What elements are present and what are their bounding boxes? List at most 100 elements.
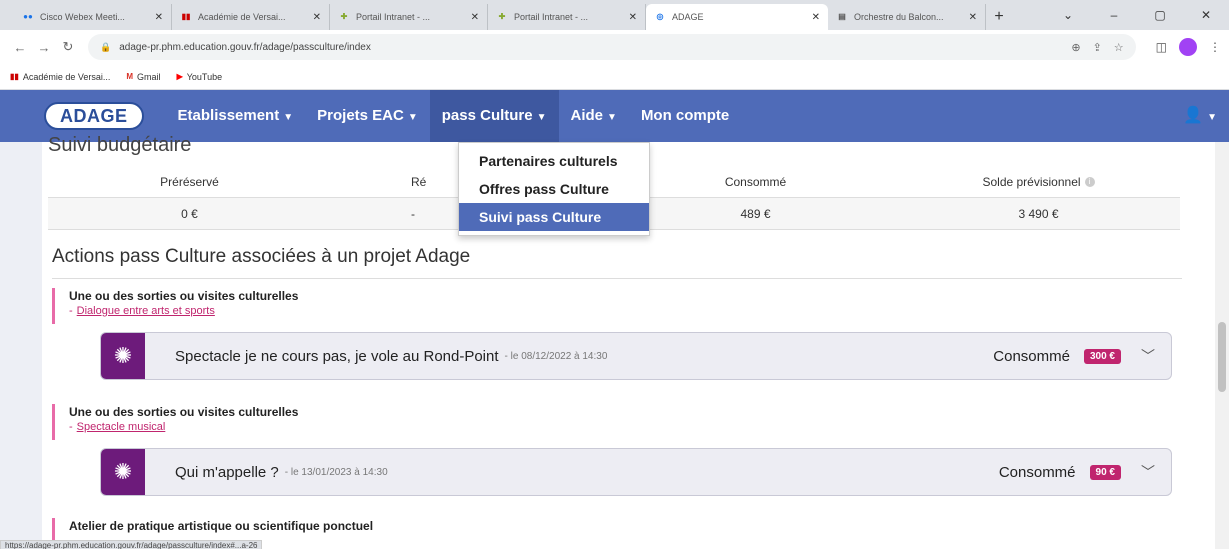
menu-item-suivi[interactable]: Suivi pass Culture [459,203,649,231]
tab-label: Portail Intranet - ... [514,12,589,22]
action-card[interactable]: ✺ Spectacle je ne cours pas, je vole au … [100,332,1172,380]
budget-title: Suivi budgétaire [48,134,192,156]
nav-label: Projets EAC [317,107,404,124]
browser-tab[interactable]: ✚ Portail Intranet - ... ✕ [330,4,488,30]
nav-aide[interactable]: Aide ▼ [559,90,629,142]
tab-search-icon[interactable]: ⌄ [1045,0,1091,30]
close-tab-icon[interactable]: ✕ [629,12,637,23]
menu-item-partenaires[interactable]: Partenaires culturels [459,147,649,175]
browser-tab[interactable]: ●● Cisco Webex Meeti... ✕ [14,4,172,30]
portail-icon: ✚ [340,12,348,21]
close-tab-icon[interactable]: ✕ [155,12,163,23]
bookmark-label: YouTube [186,71,223,82]
bookmark-label: Académie de Versai... [22,71,111,82]
tab-label: Portail Intranet - ... [356,12,431,22]
back-icon[interactable]: ← [8,40,32,55]
chevron-down-icon[interactable]: ﹀ [1141,346,1155,366]
user-icon: 👤 [1183,107,1204,124]
nav-projets-eac[interactable]: Projets EAC ▼ [305,90,430,142]
action-card[interactable]: ✺ Qui m'appelle ? - le 13/01/2023 à 14:3… [100,448,1172,496]
browser-tab[interactable]: ▮▮ Académie de Versai... ✕ [172,4,330,30]
window-controls: ⌄ – ▢ ✕ [1045,0,1229,30]
close-tab-icon[interactable]: ✕ [313,12,321,23]
adage-logo[interactable]: ADAGE [44,102,144,130]
action-name: Qui m'appelle ? [175,463,279,481]
tab-label: Orchestre du Balcon... [854,12,944,22]
nav-label: Aide [570,107,604,124]
user-menu[interactable]: 👤 ▼ [1183,90,1217,142]
forward-icon[interactable]: → [32,40,56,55]
scrollbar-thumb[interactable] [1218,322,1226,392]
zoom-icon[interactable]: ⊕ [1071,41,1080,54]
share-icon[interactable]: ⇪ [1093,41,1102,54]
lock-icon[interactable]: 🔒 [100,42,111,53]
caret-down-icon: ▼ [1207,112,1217,123]
tab-label: Cisco Webex Meeti... [40,12,125,22]
scrollbar[interactable] [1215,142,1229,549]
pass-culture-dropdown: Partenaires culturels Offres pass Cultur… [458,142,650,236]
action-status: Consommé [993,347,1070,365]
nav-label: Mon compte [640,107,730,124]
caret-down-icon: ▼ [283,112,294,123]
section-divider [52,278,1182,279]
project-link[interactable]: Spectacle musical [77,421,166,433]
profile-avatar[interactable] [1179,38,1197,56]
bookmark-gmail[interactable]: M Gmail [126,72,160,82]
info-icon[interactable]: i [1084,177,1095,188]
browser-tab[interactable]: ▤ Orchestre du Balcon... ✕ [828,4,986,30]
nav-label: pass Culture [441,107,533,124]
chevron-down-icon[interactable]: ﹀ [1141,462,1155,482]
close-window-icon[interactable]: ✕ [1183,0,1229,30]
menu-icon[interactable]: ⋮ [1209,40,1221,54]
action-date: - le 13/01/2023 à 14:30 [284,466,388,478]
spectacle-icon: ✺ [101,449,145,495]
browser-tab[interactable]: ✚ Portail Intranet - ... ✕ [488,4,646,30]
caret-down-icon: ▼ [607,112,617,123]
bookmark-star-icon[interactable]: ☆ [1114,41,1124,54]
action-group: Une ou des sorties ou visites culturelle… [52,288,1182,324]
url-input[interactable]: 🔒 adage-pr.phm.education.gouv.fr/adage/p… [88,34,1136,60]
nav-mon-compte[interactable]: Mon compte [629,90,741,142]
academie-icon: ▮▮ [181,12,191,21]
action-name: Spectacle je ne cours pas, je vole au Ro… [175,347,499,365]
bookmark-label: Gmail [137,71,161,82]
project-link[interactable]: Dialogue entre arts et sports [77,305,215,317]
budget-value: 489 € [740,206,771,221]
maximize-icon[interactable]: ▢ [1137,0,1183,30]
close-tab-icon[interactable]: ✕ [812,12,820,23]
gmail-icon: M [126,72,134,81]
adage-tab-icon: ◎ [656,12,664,21]
bookmark-youtube[interactable]: ▶ YouTube [177,72,223,82]
reload-icon[interactable]: ↻ [56,39,80,55]
action-date: - le 08/12/2022 à 14:30 [504,350,608,362]
action-status: Consommé [998,463,1076,481]
close-tab-icon[interactable]: ✕ [471,12,479,23]
new-tab-icon[interactable]: + [986,4,1012,30]
sidepanel-icon[interactable]: ◫ [1156,40,1167,54]
group-project: - Spectacle musical [69,421,166,433]
browser-tabstrip: ●● Cisco Webex Meeti... ✕ ▮▮ Académie de… [0,0,1229,30]
address-bar-row: ← → ↻ 🔒 adage-pr.phm.education.gouv.fr/a… [0,30,1229,64]
menu-item-offres[interactable]: Offres pass Culture [459,175,649,203]
amount-badge: 300 € [1083,348,1121,364]
youtube-icon: ▶ [176,72,183,81]
tab-label: ADAGE [672,12,704,22]
minimize-icon[interactable]: – [1091,0,1137,30]
browser-status-url: https://adage-pr.phm.education.gouv.fr/a… [0,540,263,549]
nav-pass-culture[interactable]: pass Culture ▼ [429,90,559,142]
bookmarks-bar: ▮▮ Académie de Versai... M Gmail ▶ YouTu… [0,64,1229,90]
caret-down-icon: ▼ [407,112,418,123]
close-tab-icon[interactable]: ✕ [969,12,977,23]
portail-icon: ✚ [498,12,506,21]
group-title: Une ou des sorties ou visites culturelle… [69,405,299,419]
nav-label: Etablissement [177,107,280,124]
action-group: Une ou des sorties ou visites culturelle… [52,404,1182,440]
bookmark-academie[interactable]: ▮▮ Académie de Versai... [10,72,110,82]
academie-icon: ▮▮ [10,72,19,81]
caret-down-icon: ▼ [536,112,547,123]
orchestre-icon: ▤ [838,12,846,21]
browser-tab-active[interactable]: ◎ ADAGE ✕ [646,4,828,30]
budget-header: Préréservé [160,174,219,189]
spectacle-icon: ✺ [101,333,145,379]
group-title: Atelier de pratique artistique ou scient… [69,519,374,533]
